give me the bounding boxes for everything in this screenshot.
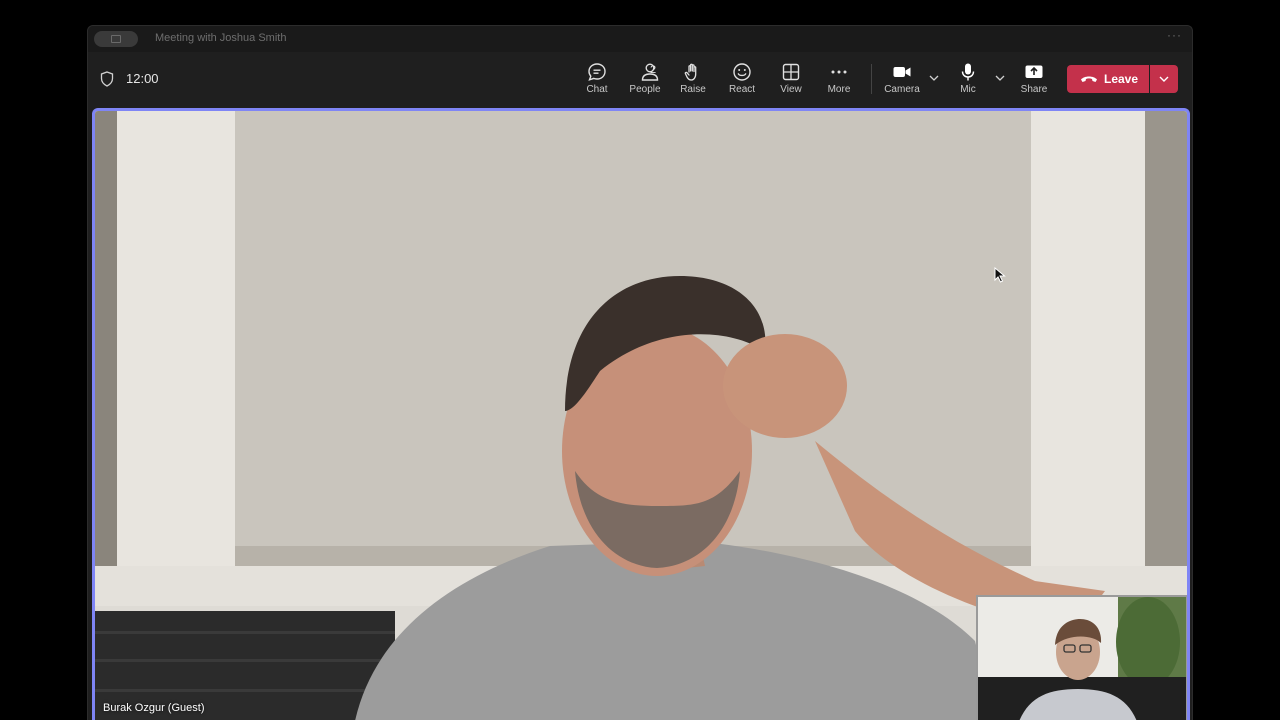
main-video-tile[interactable]: Burak Ozgur (Guest) [92,108,1190,720]
camera-options-chevron-icon[interactable] [927,71,941,85]
mouse-pointer-icon [994,267,1006,283]
chat-icon [588,63,606,81]
chevron-down-icon [1159,76,1169,82]
leave-options-button[interactable] [1150,65,1178,93]
ellipsis-icon [831,70,847,74]
more-label: More [827,84,851,95]
chat-button[interactable]: Chat [574,60,620,100]
app-switcher-pill[interactable] [94,31,138,47]
window-more-icon[interactable]: ··· [1167,28,1182,42]
raise-hand-button[interactable]: Raise [670,60,716,100]
more-button[interactable]: More [816,60,862,100]
mic-label: Mic [960,84,976,95]
self-view-video [978,597,1186,720]
smiley-icon [733,63,751,81]
camera-label: Camera [884,84,920,95]
self-view-tile[interactable] [976,595,1187,720]
hand-icon [684,63,697,81]
hang-up-icon [1081,76,1097,82]
raise-label: Raise [680,84,706,95]
share-button[interactable]: Share [1011,60,1057,100]
view-button[interactable]: View [768,60,814,100]
shield-icon [100,71,114,87]
mic-options-chevron-icon[interactable] [993,71,1007,85]
react-label: React [728,84,756,95]
react-button[interactable]: React [719,60,765,100]
grid-icon [782,63,800,81]
window-icon [111,35,121,43]
toolbar-divider [871,64,872,94]
window-title: Meeting with Joshua Smith [155,32,287,44]
chat-label: Chat [586,84,608,95]
meeting-timer: 12:00 [126,71,159,86]
share-icon [1025,65,1043,78]
participant-name-label: Burak Ozgur (Guest) [103,702,205,714]
mic-button[interactable]: Mic [945,60,991,100]
share-label: Share [1020,84,1048,95]
title-bar: Meeting with Joshua Smith ··· [88,26,1192,52]
people-button[interactable]: 2 People [622,60,668,100]
leave-label: Leave [1104,72,1139,86]
view-label: View [780,84,802,95]
meeting-toolbar: 12:00 Chat 2 People Raise React View Mor… [88,52,1192,106]
camera-button[interactable]: Camera [879,60,925,100]
people-label: People [629,84,661,95]
people-count-badge: 2 [650,64,657,76]
camera-icon [893,67,911,77]
mic-icon [961,63,975,81]
leave-button[interactable]: Leave [1067,65,1149,93]
meeting-window: Meeting with Joshua Smith ··· 12:00 Chat… [87,25,1193,720]
